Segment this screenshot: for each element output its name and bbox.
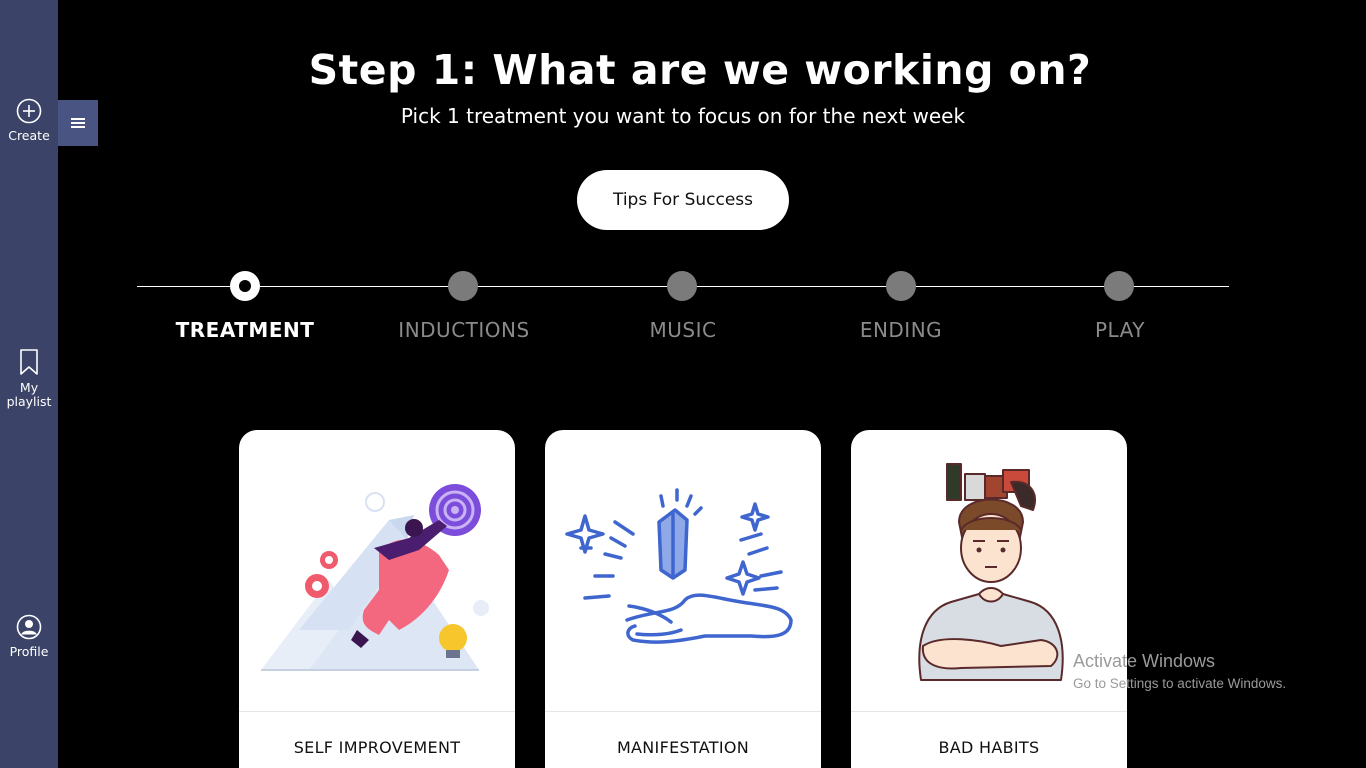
sidebar-item-label: Create (8, 128, 50, 143)
tips-for-success-button[interactable]: Tips For Success (577, 170, 789, 230)
bookmark-icon (20, 349, 38, 375)
step-dot-play[interactable] (1104, 271, 1134, 301)
step-dot-music[interactable] (667, 271, 697, 301)
card-label: MANIFESTATION (616, 738, 750, 757)
step-dot-treatment[interactable] (230, 271, 260, 301)
treatment-card-self-improvement[interactable]: SELF IMPROVEMENT (239, 430, 515, 768)
card-divider (851, 711, 1127, 712)
sidebar-item-label: My playlist (6, 380, 52, 409)
treatment-card-bad-habits[interactable]: BAD HABITS (851, 430, 1127, 768)
page-title: Step 1: What are we working on? (308, 46, 1092, 94)
treatment-card-manifestation[interactable]: MANIFESTATION (545, 430, 821, 768)
self-improvement-illustration (261, 484, 489, 671)
card-label: SELF IMPROVEMENT (293, 738, 461, 757)
card-divider (545, 711, 821, 712)
manifestation-illustration (565, 488, 793, 644)
card-divider (239, 711, 515, 712)
watermark-title: Activate Windows (1073, 651, 1216, 671)
step-dot-inductions[interactable] (448, 271, 478, 301)
watermark-subtitle: Go to Settings to activate Windows. (1073, 676, 1287, 691)
activate-windows-watermark: Activate Windows Go to Settings to activ… (1073, 651, 1286, 691)
step-label-music[interactable]: MUSIC (583, 318, 783, 342)
step-label-ending[interactable]: ENDING (801, 318, 1001, 342)
card-label: BAD HABITS (938, 738, 1040, 757)
sidebar-item-playlist[interactable]: My playlist (0, 348, 58, 409)
user-circle-icon (16, 614, 42, 640)
step-label-inductions[interactable]: INDUCTIONS (364, 318, 564, 342)
sidebar-item-profile[interactable]: Profile (0, 614, 58, 659)
page-subtitle: Pick 1 treatment you want to focus on fo… (400, 104, 966, 128)
sidebar-item-label: Profile (9, 644, 49, 659)
step-label-treatment[interactable]: TREATMENT (145, 318, 345, 342)
step-label-play[interactable]: PLAY (1020, 318, 1220, 342)
step-dot-ending[interactable] (886, 271, 916, 301)
